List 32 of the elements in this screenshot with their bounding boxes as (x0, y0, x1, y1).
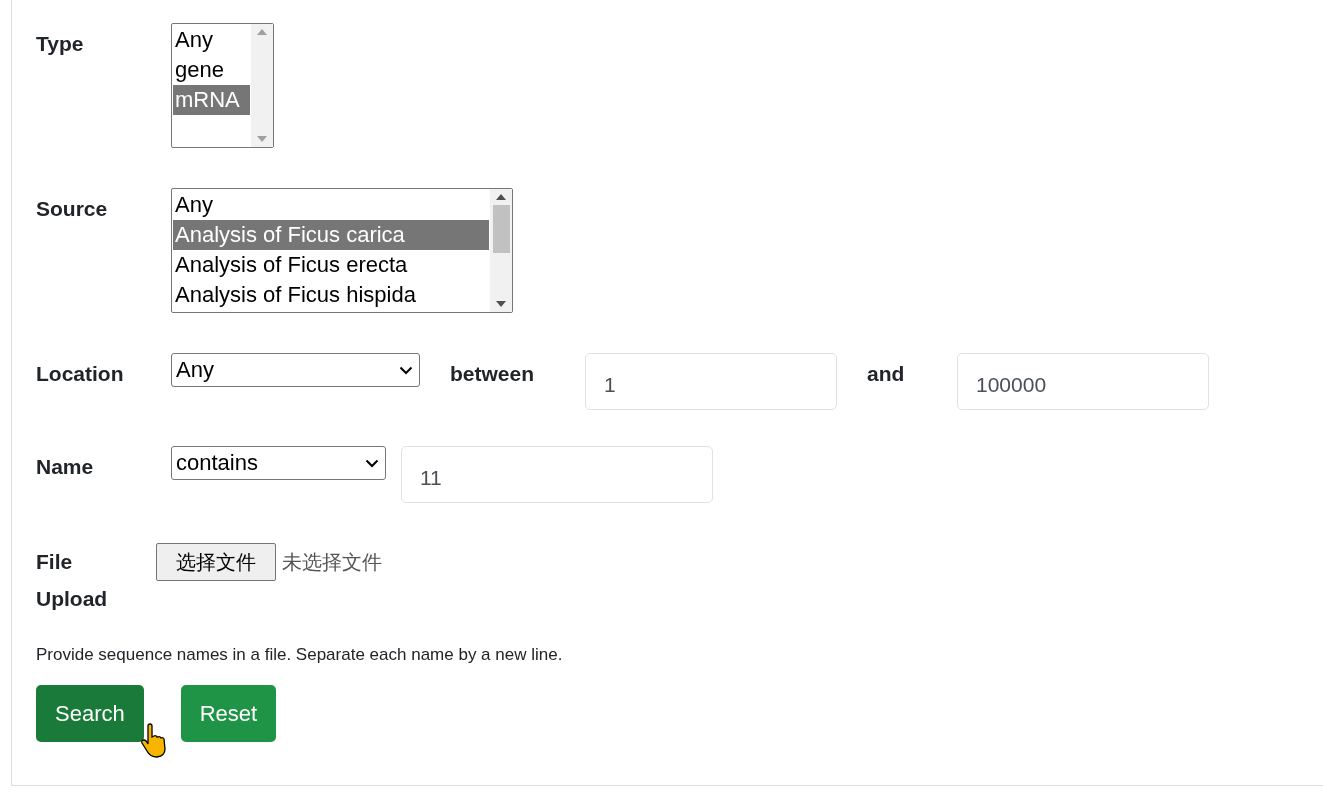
field-label: and (867, 361, 906, 386)
location-select[interactable]: Any (171, 353, 420, 387)
field-label: Type (36, 31, 85, 56)
scroll-up-arrow-icon[interactable] (495, 193, 507, 201)
field-label: Location (36, 361, 125, 386)
reset-button[interactable]: Reset (180, 685, 277, 742)
file-status: 未选择文件 (281, 549, 382, 576)
scroll-down-arrow-icon[interactable] (495, 300, 507, 308)
type-listbox[interactable]: Any gene mRNA (171, 23, 274, 148)
listbox-option[interactable]: Analysis of Ficus carica (173, 220, 489, 250)
hand-cursor-icon (140, 723, 168, 759)
listbox-option[interactable]: Any (173, 190, 489, 220)
listbox-option[interactable]: mRNA (173, 85, 250, 115)
field-label: Source (36, 196, 109, 221)
chevron-down-icon (399, 365, 413, 375)
choose-file-button[interactable]: 选择文件 (156, 543, 276, 581)
help-text: Provide sequence names in a file. Separate each name by a new line. (36, 645, 564, 665)
listbox-option[interactable]: Any (173, 25, 250, 55)
field-label: between (450, 361, 536, 386)
field-label: Name (36, 454, 95, 479)
listbox-option[interactable]: gene (173, 55, 250, 85)
chevron-down-icon (365, 458, 379, 468)
scrollbar[interactable] (490, 189, 512, 312)
field-label: File Upload (36, 549, 109, 612)
start-input[interactable]: 1 (585, 353, 837, 410)
name-select[interactable]: contains (171, 446, 386, 480)
name-input[interactable]: 11 (401, 446, 713, 503)
search-button[interactable]: Search (36, 685, 144, 742)
source-listbox[interactable]: Any Analysis of Ficus carica Analysis of Ficus erecta Analysis of Ficus hispida (171, 188, 513, 313)
end-input[interactable]: 100000 (957, 353, 1209, 410)
listbox-option[interactable]: Analysis of Ficus hispida (173, 280, 489, 310)
listbox-option[interactable]: Analysis of Ficus erecta (173, 250, 489, 280)
